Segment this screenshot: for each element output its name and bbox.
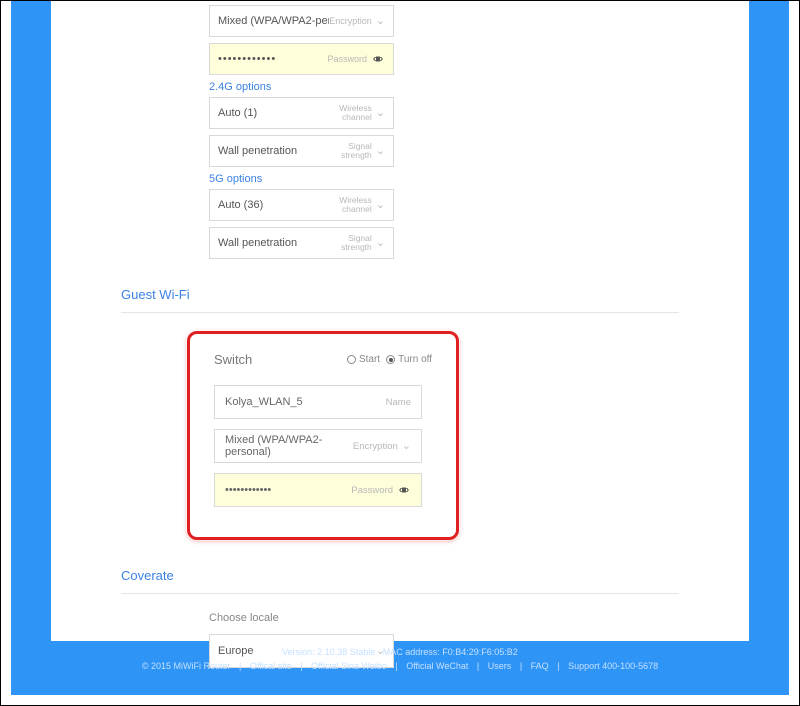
footer-link-faq[interactable]: FAQ: [531, 661, 549, 671]
chevron-down-icon: ⌄: [376, 108, 385, 119]
signal-select-24g[interactable]: Wall penetration Signal strength ⌄: [209, 135, 394, 167]
footer-link-sina-weibo[interactable]: Official Sina Weibo: [311, 661, 387, 671]
field-value: Wall penetration: [218, 145, 341, 157]
chevron-down-icon: ⌄: [376, 238, 385, 249]
field-label: Signal strength: [341, 142, 372, 161]
guest-name-input[interactable]: Kolya_WLAN_5 Name: [214, 385, 422, 419]
guest-radio-start[interactable]: Start: [347, 354, 380, 365]
radio-label: Start: [359, 354, 380, 365]
guest-wifi-highlight: Switch Start Turn off: [187, 331, 459, 540]
password-input-2g[interactable]: •••••••••••• Password: [209, 43, 394, 75]
radio-icon: [347, 355, 356, 364]
field-label: Name: [386, 397, 411, 408]
channel-select-24g[interactable]: Auto (1) Wireless channel ⌄: [209, 97, 394, 129]
field-value: Kolya_WLAN_5: [225, 396, 386, 408]
footer-link-wechat[interactable]: Official WeChat: [406, 661, 468, 671]
signal-select-5g[interactable]: Wall penetration Signal strength ⌄: [209, 227, 394, 259]
choose-locale-label: Choose locale: [209, 612, 679, 624]
field-label: Password: [327, 54, 367, 64]
channel-select-5g[interactable]: Auto (36) Wireless channel ⌄: [209, 189, 394, 221]
field-label: Wireless channel: [339, 196, 372, 215]
footer-version: Version: 2.10.38 Stable: [282, 647, 375, 657]
footer: Version: 2.10.38 Stable MAC address: F0:…: [51, 645, 749, 674]
field-value: Auto (36): [218, 199, 339, 211]
field-label: Encryption: [353, 441, 398, 452]
footer-link-support[interactable]: Support 400-100-5678: [568, 661, 658, 671]
field-label: Wireless channel: [339, 104, 372, 123]
chevron-down-icon: ⌄: [402, 441, 411, 452]
field-label: Signal strength: [341, 234, 372, 253]
chevron-down-icon: ⌄: [376, 200, 385, 211]
field-value: ••••••••••••: [218, 53, 327, 65]
radio-icon: [386, 355, 395, 364]
field-value: Auto (1): [218, 107, 339, 119]
encryption-select-2g[interactable]: Mixed (WPA/WPA2-personal) Encryption ⌄: [209, 5, 394, 37]
guest-encryption-select[interactable]: Mixed (WPA/WPA2-personal) Encryption ⌄: [214, 429, 422, 463]
footer-copyright: © 2015 MiWiFi Router: [142, 661, 231, 671]
field-value: Mixed (WPA/WPA2-personal): [218, 15, 329, 27]
field-label: Encryption: [329, 16, 372, 26]
switch-label: Switch: [214, 352, 252, 367]
section-coverate: Coverate: [121, 568, 679, 594]
footer-link-users[interactable]: Users: [488, 661, 512, 671]
group-head-5g: 5G options: [209, 173, 679, 185]
field-value: Wall penetration: [218, 237, 341, 249]
chevron-down-icon: ⌄: [376, 16, 385, 27]
field-value: ••••••••••••: [225, 484, 351, 496]
field-label: Password: [351, 485, 393, 496]
guest-switch-row: Switch Start Turn off: [214, 352, 432, 367]
eye-icon[interactable]: [371, 54, 385, 64]
group-head-24g: 2.4G options: [209, 81, 679, 93]
footer-mac: MAC address: F0:B4:29:F6:05:B2: [383, 647, 518, 657]
field-value: Mixed (WPA/WPA2-personal): [225, 434, 353, 458]
section-guest-wifi: Guest Wi-Fi: [121, 287, 679, 313]
eye-icon[interactable]: [397, 485, 411, 495]
guest-radio-turnoff[interactable]: Turn off: [386, 354, 432, 365]
guest-password-input[interactable]: •••••••••••• Password: [214, 473, 422, 507]
chevron-down-icon: ⌄: [376, 146, 385, 157]
radio-label: Turn off: [398, 354, 432, 365]
footer-link-official-site[interactable]: Offical site: [250, 661, 292, 671]
